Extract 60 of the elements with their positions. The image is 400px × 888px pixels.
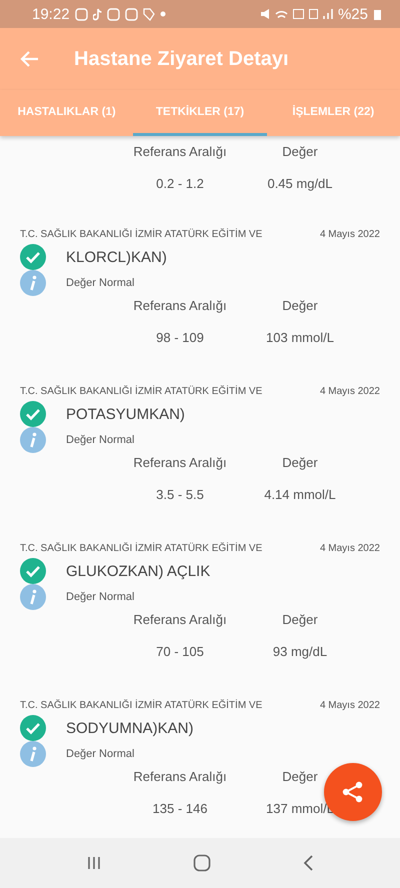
signal-icon: [322, 9, 333, 19]
tag-icon: [142, 8, 155, 20]
screen-title: Hastane Ziyaret Detayı: [74, 48, 289, 70]
tab[interactable]: HASTALIKLAR (1): [0, 90, 134, 136]
result-value: 103 mmol/L: [265, 330, 335, 345]
status-time: 19:22: [32, 6, 70, 22]
institution-name: T.C. SAĞLIK BAKANLIĞI İZMİR ATATÜRK EĞİTİM VE: [20, 700, 262, 711]
test-name: GLUKOZKAN) AÇLIK: [66, 562, 210, 580]
institution-name: T.C. SAĞLIK BAKANLIĞI İZMİR ATATÜRK EĞİTİM VE: [20, 229, 262, 240]
result-date: 4 Mayıs 2022: [320, 543, 380, 554]
column-label: Referans Aralığı: [132, 144, 228, 159]
info-icon[interactable]: [20, 584, 46, 610]
status-text: Değer Normal: [66, 277, 134, 289]
check-icon: [20, 401, 46, 427]
reference-range: 70 - 105: [155, 644, 205, 659]
music-note-icon: [92, 8, 102, 20]
back-button[interactable]: [20, 49, 40, 69]
reference-range: 98 - 109: [155, 330, 205, 345]
back-nav-button[interactable]: [302, 854, 314, 872]
column-label: Değer: [281, 612, 319, 627]
status-text: Değer Normal: [66, 748, 134, 760]
check-icon: [20, 244, 46, 270]
institution-name: T.C. SAĞLIK BAKANLIĞI İZMİR ATATÜRK EĞİTİM VE: [20, 386, 262, 397]
wifi-icon: [274, 10, 288, 18]
column-label: Referans Aralığı: [132, 455, 228, 470]
column-label: Referans Aralığı: [132, 298, 228, 313]
column-label: Değer: [281, 455, 319, 470]
result-value: 93 mg/dL: [272, 644, 328, 659]
dot-icon: [160, 11, 166, 17]
institution-name: T.C. SAĞLIK BAKANLIĞI İZMİR ATATÜRK EĞİTİM VE: [20, 543, 262, 554]
test-name: SODYUMNA)KAN): [66, 720, 194, 736]
check-icon: [20, 558, 46, 584]
info-icon[interactable]: [20, 427, 46, 453]
tab[interactable]: İŞLEMLER (22): [266, 90, 400, 136]
result-date: 4 Mayıs 2022: [320, 229, 380, 240]
status-text: Değer Normal: [66, 434, 134, 446]
tab[interactable]: TETKİKLER (17): [133, 90, 267, 136]
column-label: Değer: [281, 144, 319, 159]
column-label: Değer: [281, 769, 319, 784]
result-date: 4 Mayıs 2022: [320, 386, 380, 397]
result-value: 0.45 mg/dL: [266, 176, 334, 191]
column-label: Referans Aralığı: [132, 612, 228, 627]
result-date: 4 Mayıs 2022: [320, 700, 380, 711]
reference-range: 0.2 - 1.2: [155, 176, 205, 191]
battery-icon: [373, 8, 382, 20]
column-label: Değer: [281, 298, 319, 313]
status-text: Değer Normal: [66, 591, 134, 603]
reference-range: 135 - 146: [152, 801, 208, 816]
reference-range: 3.5 - 5.5: [155, 487, 205, 502]
result-value: 4.14 mmol/L: [263, 487, 337, 502]
test-name: KLORCL)KAN): [66, 248, 167, 266]
check-icon: [20, 715, 46, 741]
info-icon[interactable]: [20, 270, 46, 296]
test-name: POTASYUMKAN): [66, 406, 185, 422]
mute-icon: [260, 8, 270, 20]
recent-apps-button[interactable]: [86, 855, 102, 871]
home-button[interactable]: [192, 854, 211, 872]
battery-percent: %25: [338, 6, 368, 22]
column-label: Referans Aralığı: [132, 769, 228, 784]
info-icon[interactable]: [20, 741, 46, 767]
